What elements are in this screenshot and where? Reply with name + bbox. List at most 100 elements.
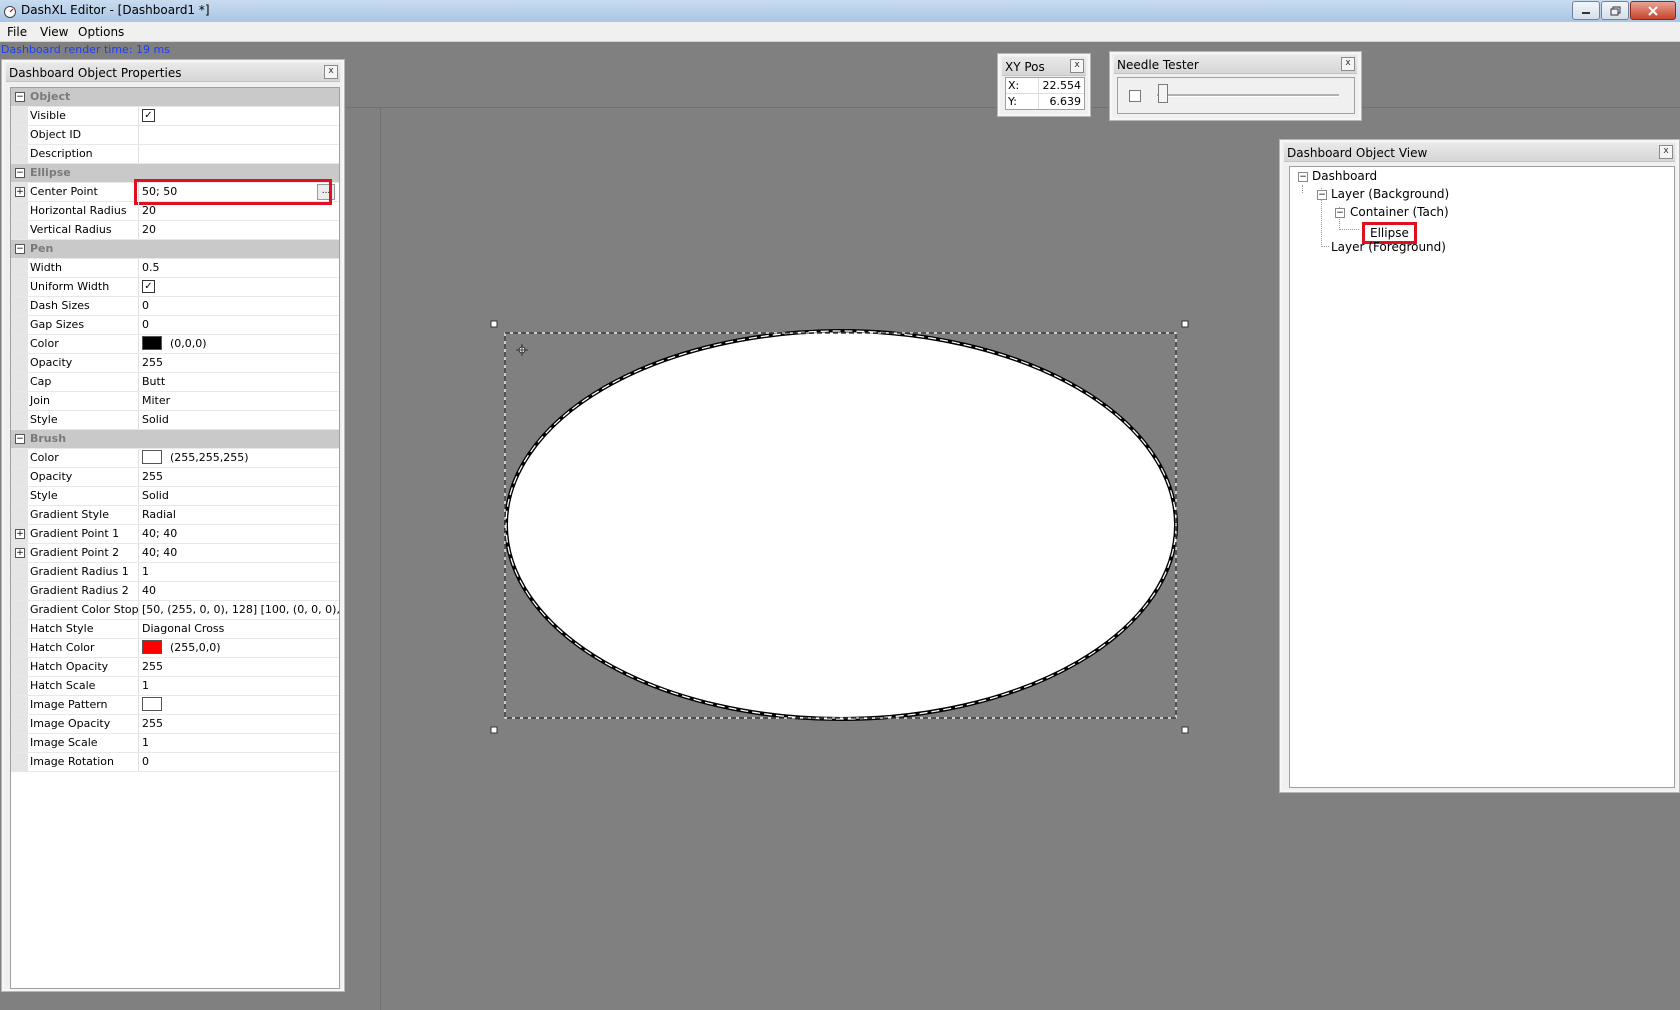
property-row[interactable]: Gradient Color Stops [50, (255, 0, 0), 12…: [11, 601, 339, 620]
collapse-icon[interactable]: −: [15, 434, 25, 444]
property-value[interactable]: 255: [139, 468, 339, 486]
property-value[interactable]: 40: [139, 582, 339, 600]
expand-icon[interactable]: +: [15, 548, 25, 558]
menu-options[interactable]: Options: [78, 25, 124, 39]
collapse-icon[interactable]: −: [15, 168, 25, 178]
property-value[interactable]: 40; 40: [139, 544, 339, 562]
property-row[interactable]: Hatch Style Diagonal Cross: [11, 620, 339, 639]
xy-pos-close-button[interactable]: x: [1070, 59, 1084, 73]
color-swatch[interactable]: [142, 450, 162, 464]
property-value[interactable]: (255,0,0): [139, 639, 339, 657]
property-row[interactable]: Color (255,255,255): [11, 449, 339, 468]
collapse-icon[interactable]: −: [15, 244, 25, 254]
property-value[interactable]: 40; 40: [139, 525, 339, 543]
property-value[interactable]: 0: [139, 316, 339, 334]
needle-tester-close-button[interactable]: x: [1341, 57, 1355, 71]
property-value[interactable]: 1: [139, 734, 339, 752]
property-value[interactable]: 0.5: [139, 259, 339, 277]
property-row[interactable]: Description: [11, 145, 339, 164]
resize-handle-top-left[interactable]: [490, 320, 498, 328]
property-value[interactable]: 255: [139, 715, 339, 733]
menu-view[interactable]: View: [40, 25, 68, 39]
property-value[interactable]: Miter: [139, 392, 339, 410]
property-row[interactable]: Width 0.5: [11, 259, 339, 278]
move-anchor-icon[interactable]: [516, 344, 528, 356]
property-value[interactable]: [50, (255, 0, 0), 128] [100, (0, 0, 0), …: [139, 601, 339, 619]
property-row[interactable]: + Gradient Point 1 40; 40: [11, 525, 339, 544]
property-value[interactable]: Solid: [139, 487, 339, 505]
tree-collapse-container-tach[interactable]: −: [1335, 208, 1345, 218]
resize-handle-top-right[interactable]: [1181, 320, 1189, 328]
property-value[interactable]: [139, 145, 339, 163]
property-value[interactable]: (0,0,0): [139, 335, 339, 353]
property-row[interactable]: Style Solid: [11, 411, 339, 430]
property-value[interactable]: Radial: [139, 506, 339, 524]
property-row[interactable]: + Center Point 50; 50...: [11, 179, 339, 205]
property-row[interactable]: Style Solid: [11, 487, 339, 506]
property-category[interactable]: − Pen: [11, 240, 339, 259]
resize-handle-bottom-right[interactable]: [1181, 726, 1189, 734]
resize-handle-bottom-left[interactable]: [490, 726, 498, 734]
property-value[interactable]: 255: [139, 354, 339, 372]
property-value[interactable]: 20: [139, 202, 339, 220]
property-row[interactable]: Gap Sizes 0: [11, 316, 339, 335]
property-value[interactable]: 255: [139, 658, 339, 676]
property-row[interactable]: Hatch Opacity 255: [11, 658, 339, 677]
property-value[interactable]: ✓: [139, 107, 339, 125]
property-row[interactable]: Hatch Scale 1: [11, 677, 339, 696]
property-row[interactable]: Image Opacity 255: [11, 715, 339, 734]
property-value[interactable]: 0: [139, 753, 339, 771]
checkbox-checked[interactable]: ✓: [142, 279, 155, 293]
property-row[interactable]: Image Rotation 0: [11, 753, 339, 772]
property-row[interactable]: Visible ✓: [11, 107, 339, 126]
property-category[interactable]: − Brush: [11, 430, 339, 449]
property-row[interactable]: Dash Sizes 0: [11, 297, 339, 316]
property-row[interactable]: Hatch Color (255,0,0): [11, 639, 339, 658]
property-value[interactable]: Butt: [139, 373, 339, 391]
object-view-close-button[interactable]: x: [1659, 145, 1673, 159]
menu-file[interactable]: File: [7, 25, 27, 39]
tree-node-layer-background[interactable]: Layer (Background): [1331, 187, 1449, 201]
property-value[interactable]: Diagonal Cross: [139, 620, 339, 638]
property-value[interactable]: [139, 696, 339, 714]
property-value[interactable]: (255,255,255): [139, 449, 339, 467]
needle-enable-checkbox[interactable]: [1129, 90, 1141, 102]
needle-slider-track[interactable]: [1157, 94, 1339, 97]
close-window-button[interactable]: [1630, 1, 1676, 20]
checkbox-checked[interactable]: ✓: [142, 108, 155, 122]
property-value[interactable]: [139, 126, 339, 144]
property-row[interactable]: + Gradient Point 2 40; 40: [11, 544, 339, 563]
property-row[interactable]: Vertical Radius 20: [11, 221, 339, 240]
tree-collapse-layer-background[interactable]: −: [1317, 190, 1327, 200]
property-row[interactable]: Gradient Radius 11: [11, 563, 339, 582]
tree-collapse-dashboard[interactable]: −: [1298, 172, 1308, 182]
collapse-icon[interactable]: −: [15, 92, 25, 102]
property-row[interactable]: Gradient Radius 2 40: [11, 582, 339, 601]
property-value[interactable]: ✓: [139, 278, 339, 296]
property-row[interactable]: Image Scale 1: [11, 734, 339, 753]
expand-icon[interactable]: +: [15, 187, 25, 197]
expand-icon[interactable]: +: [15, 529, 25, 539]
property-value[interactable]: 1: [139, 563, 339, 581]
property-value[interactable]: 1: [139, 677, 339, 695]
property-row[interactable]: Uniform Width ✓: [11, 278, 339, 297]
tree-node-container-tach[interactable]: Container (Tach): [1350, 205, 1449, 219]
color-swatch[interactable]: [142, 336, 162, 350]
ellipse-shape[interactable]: [504, 329, 1178, 721]
property-value[interactable]: 20: [139, 221, 339, 239]
tree-node-layer-foreground[interactable]: Layer (Foreground): [1331, 240, 1446, 254]
property-row[interactable]: Horizontal Radius 20: [11, 202, 339, 221]
property-row[interactable]: Opacity 255: [11, 468, 339, 487]
property-row[interactable]: Gradient Style Radial: [11, 506, 339, 525]
property-row[interactable]: Color (0,0,0): [11, 335, 339, 354]
property-category[interactable]: − Object: [11, 88, 339, 107]
property-value[interactable]: 0: [139, 297, 339, 315]
property-value[interactable]: Solid: [139, 411, 339, 429]
properties-panel-close-button[interactable]: x: [324, 65, 338, 79]
restore-button[interactable]: [1601, 1, 1629, 20]
needle-slider-thumb[interactable]: [1158, 84, 1168, 103]
color-swatch[interactable]: [142, 640, 162, 654]
property-row[interactable]: Opacity 255: [11, 354, 339, 373]
dashboard-canvas[interactable]: [480, 310, 1200, 740]
property-row[interactable]: Image Pattern: [11, 696, 339, 715]
